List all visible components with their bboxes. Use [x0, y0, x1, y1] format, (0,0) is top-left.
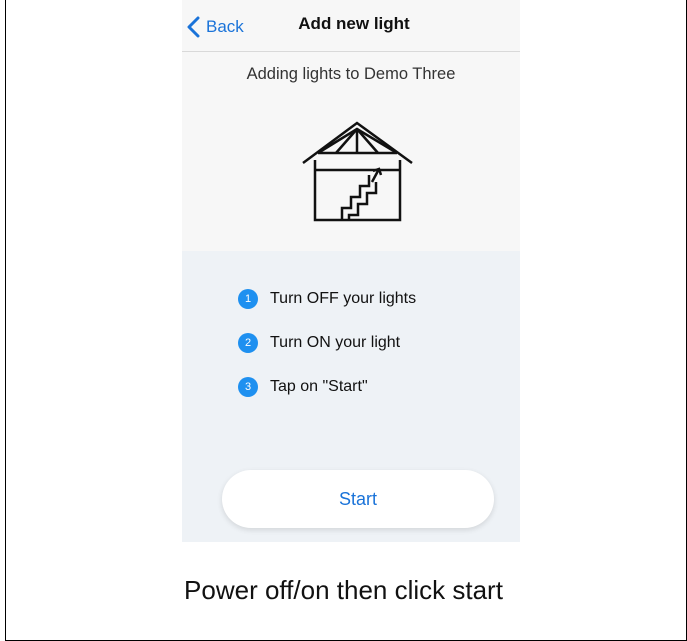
navigation-bar: Back Add new light: [182, 0, 520, 52]
step-text: Tap on "Start": [270, 378, 368, 395]
step-number-badge: 2: [238, 333, 258, 353]
figure-caption: Power off/on then click start: [184, 575, 503, 605]
subtitle: Adding lights to Demo Three: [246, 65, 456, 83]
instruction-panel: 1 Turn OFF your lights 2 Turn ON your li…: [182, 251, 520, 542]
phone-screen: Back Add new light Adding lights to Demo…: [182, 0, 520, 542]
page-title: Add new light: [298, 14, 410, 33]
step-item: 2 Turn ON your light: [238, 331, 400, 355]
step-text: Turn OFF your lights: [270, 290, 417, 307]
step-number-badge: 3: [238, 377, 258, 397]
start-button[interactable]: Start: [222, 470, 494, 528]
step-text: Turn ON your light: [270, 334, 401, 351]
step-item: 3 Tap on "Start": [238, 375, 368, 399]
house-with-stairs-icon: [302, 121, 413, 222]
step-number-badge: 1: [238, 289, 258, 309]
step-item: 1 Turn OFF your lights: [238, 287, 416, 311]
